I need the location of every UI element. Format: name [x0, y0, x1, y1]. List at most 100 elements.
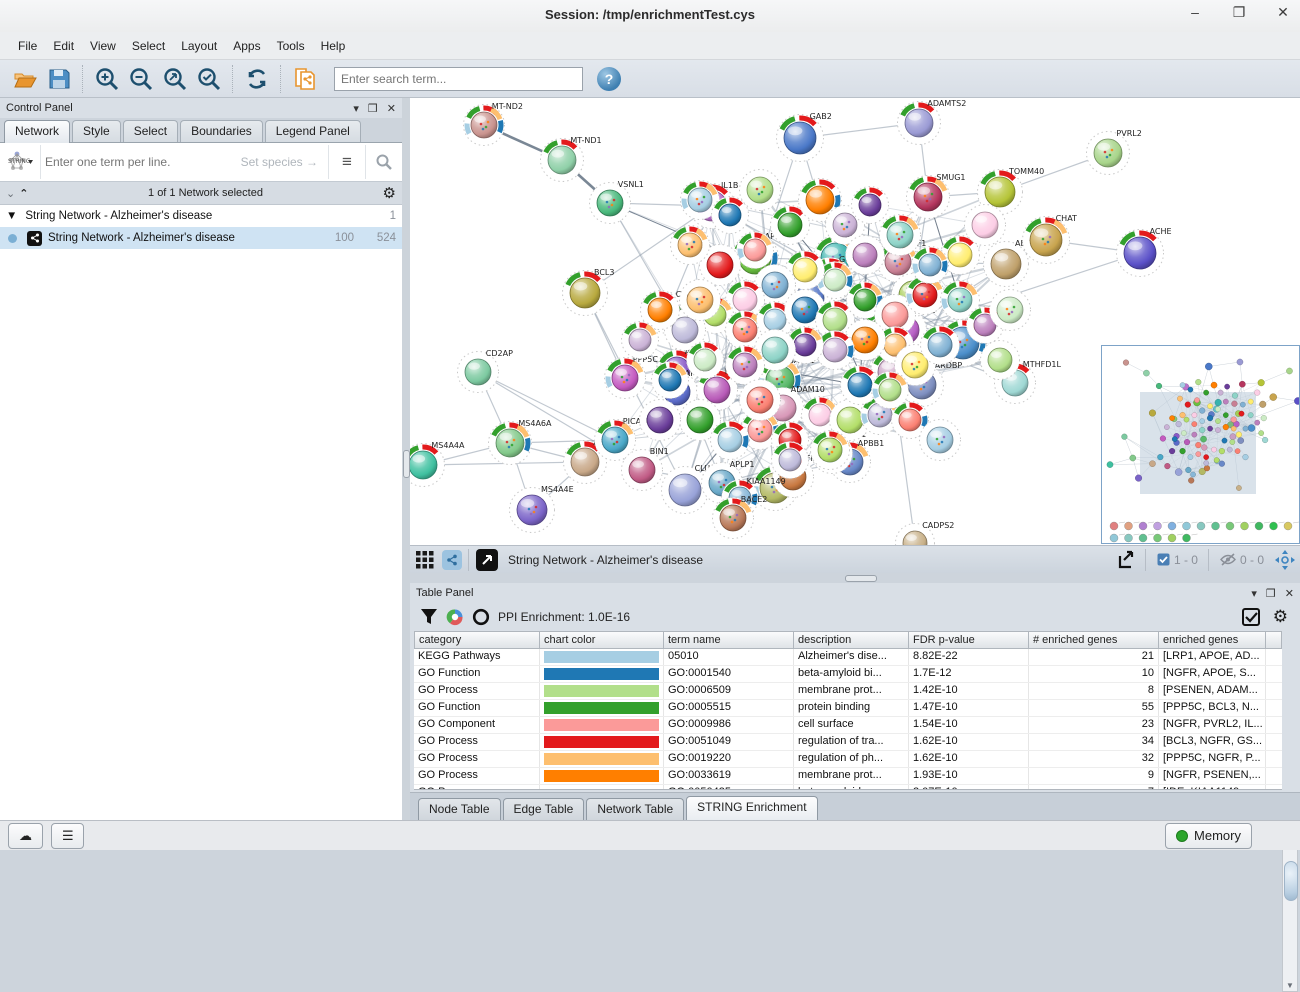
column-header-description[interactable]: description [794, 631, 909, 649]
gear-icon[interactable]: ⚙ [383, 184, 396, 202]
ring-chart-icon[interactable] [472, 608, 490, 626]
birdseye-icon[interactable] [476, 549, 498, 571]
menu-item-layout[interactable]: Layout [173, 35, 225, 57]
network-overview-inset[interactable] [1101, 345, 1300, 544]
maximize-button[interactable]: ❐ [1230, 4, 1248, 21]
menu-item-view[interactable]: View [82, 35, 124, 57]
table-row[interactable]: GO FunctionGO:0005515protein binding1.47… [414, 700, 1282, 717]
network-collection-row[interactable]: ▼ String Network - Alzheimer's disease 1 [0, 205, 402, 227]
column-header-term-name[interactable]: term name [664, 631, 794, 649]
chart-settings-icon[interactable] [446, 608, 464, 626]
scrollbar-thumb[interactable] [1284, 861, 1298, 901]
string-options-icon[interactable]: ≡ [328, 145, 365, 179]
tab-legend-panel[interactable]: Legend Panel [265, 120, 361, 142]
collapse-all-icon[interactable]: ⌄ [6, 187, 15, 200]
network-type-icon [27, 231, 42, 246]
svg-text:CHAT: CHAT [1056, 214, 1077, 223]
panel-menu-icon[interactable]: ▾ [1251, 587, 1257, 600]
select-all-icon[interactable] [1242, 608, 1261, 627]
table-row[interactable]: GO ProcessGO:0006509membrane prot...1.42… [414, 683, 1282, 700]
refresh-icon[interactable] [242, 64, 272, 94]
memory-button[interactable]: Memory [1165, 823, 1252, 849]
checkbox-icon [1157, 553, 1170, 566]
svg-text:MT-ND1: MT-ND1 [570, 136, 601, 145]
vertical-splitter[interactable] [402, 98, 410, 820]
string-query-input[interactable] [41, 155, 241, 169]
column-header-category[interactable]: category [414, 631, 540, 649]
network-canvas[interactable]: MT-ND2MT-ND1VSNL1GAB2IRS1ABCA1CHATACHEBC… [410, 98, 1300, 545]
horizontal-splitter[interactable] [410, 573, 1300, 583]
tab-network-table[interactable]: Network Table [586, 798, 684, 820]
zoom-out-icon[interactable] [126, 64, 156, 94]
svg-text:SMUG1: SMUG1 [936, 173, 965, 182]
table-scrollbar[interactable]: ▲▼ [1282, 834, 1298, 992]
zoom-in-icon[interactable] [92, 64, 122, 94]
close-button[interactable]: ✕ [1274, 4, 1292, 21]
tab-boundaries[interactable]: Boundaries [180, 120, 263, 142]
column-header-chart-color[interactable]: chart color [540, 631, 664, 649]
svg-text:ADAM10: ADAM10 [791, 385, 825, 394]
string-search-icon[interactable] [365, 145, 402, 179]
float-panel-icon[interactable]: ❒ [1266, 587, 1276, 600]
filter-icon[interactable] [420, 608, 438, 626]
tab-style[interactable]: Style [72, 120, 121, 142]
column-header---enriched-genes[interactable]: # enriched genes [1029, 631, 1159, 649]
export-network-icon[interactable] [1113, 549, 1139, 571]
column-header-fdr-p-value[interactable]: FDR p-value [909, 631, 1029, 649]
menu-item-edit[interactable]: Edit [45, 35, 82, 57]
table-row[interactable]: KEGG Pathways05010Alzheimer's dise...8.8… [414, 649, 1282, 666]
tab-network[interactable]: Network [4, 120, 70, 143]
tab-edge-table[interactable]: Edge Table [503, 798, 585, 820]
search-input[interactable] [334, 67, 583, 91]
share-view-icon[interactable] [442, 550, 462, 570]
table-row[interactable]: GO FunctionGO:0001540beta-amyloid bi...1… [414, 666, 1282, 683]
import-network-icon[interactable] [290, 64, 320, 94]
splitter-grip[interactable] [403, 450, 410, 478]
column-header-enriched-genes[interactable]: enriched genes [1159, 631, 1266, 649]
svg-text:APLP1: APLP1 [730, 460, 755, 469]
save-session-icon[interactable] [44, 64, 74, 94]
table-row[interactable]: GO ProcessGO:0051049regulation of tra...… [414, 734, 1282, 751]
cloud-icon: ☁ [19, 828, 32, 844]
close-panel-icon[interactable]: ✕ [1285, 587, 1294, 600]
zoom-selected-icon[interactable] [194, 64, 224, 94]
svg-text:GAB2: GAB2 [810, 112, 832, 121]
tab-node-table[interactable]: Node Table [418, 798, 501, 820]
menu-item-apps[interactable]: Apps [225, 35, 268, 57]
float-panel-icon[interactable]: ❒ [368, 102, 378, 115]
expand-all-icon[interactable]: ⌃ [19, 187, 28, 200]
menu-item-select[interactable]: Select [124, 35, 173, 57]
help-icon[interactable]: ? [597, 67, 621, 91]
cloud-button[interactable]: ☁ [8, 823, 43, 849]
eye-hidden-icon [1220, 553, 1236, 566]
svg-text:CADPS2: CADPS2 [922, 521, 954, 530]
table-row[interactable]: GO ProcessGO:0050435beta-amyloid m...2.0… [414, 785, 1282, 790]
chart-color-swatch [544, 753, 659, 765]
menu-item-file[interactable]: File [10, 35, 45, 57]
zoom-fit-icon[interactable] [160, 64, 190, 94]
panel-menu-icon[interactable]: ▾ [353, 102, 359, 115]
menu-item-tools[interactable]: Tools [269, 35, 313, 57]
table-row[interactable]: GO ComponentGO:0009986cell surface1.54E-… [414, 717, 1282, 734]
network-edge-count: 524 [366, 232, 396, 244]
task-history-button[interactable]: ☰ [51, 823, 84, 849]
network-row[interactable]: String Network - Alzheimer's disease 100… [0, 227, 402, 249]
expand-triangle-icon[interactable]: ▼ [6, 210, 17, 222]
svg-text:VSNL1: VSNL1 [618, 180, 644, 189]
minimize-button[interactable]: – [1186, 4, 1204, 21]
menu-item-help[interactable]: Help [313, 35, 354, 57]
open-file-icon[interactable] [10, 64, 40, 94]
tab-select[interactable]: Select [123, 120, 178, 142]
table-row[interactable]: GO ProcessGO:0033619membrane prot...1.93… [414, 768, 1282, 785]
tab-string-enrichment[interactable]: STRING Enrichment [686, 796, 817, 820]
table-gear-icon[interactable]: ⚙ [1273, 607, 1288, 627]
splitter-grip[interactable] [845, 575, 877, 582]
string-logo-icon[interactable]: STRING [0, 145, 41, 179]
title-bar: Session: /tmp/enrichmentTest.cys – ❐ ✕ [0, 0, 1300, 33]
svg-text:APBB1: APBB1 [858, 439, 884, 448]
species-hint[interactable]: Set species → [241, 155, 318, 169]
navigator-icon[interactable] [1272, 549, 1298, 571]
grid-mode-icon[interactable] [412, 549, 438, 571]
table-row[interactable]: GO ProcessGO:0019220regulation of ph...1… [414, 751, 1282, 768]
close-panel-icon[interactable]: ✕ [387, 102, 396, 115]
